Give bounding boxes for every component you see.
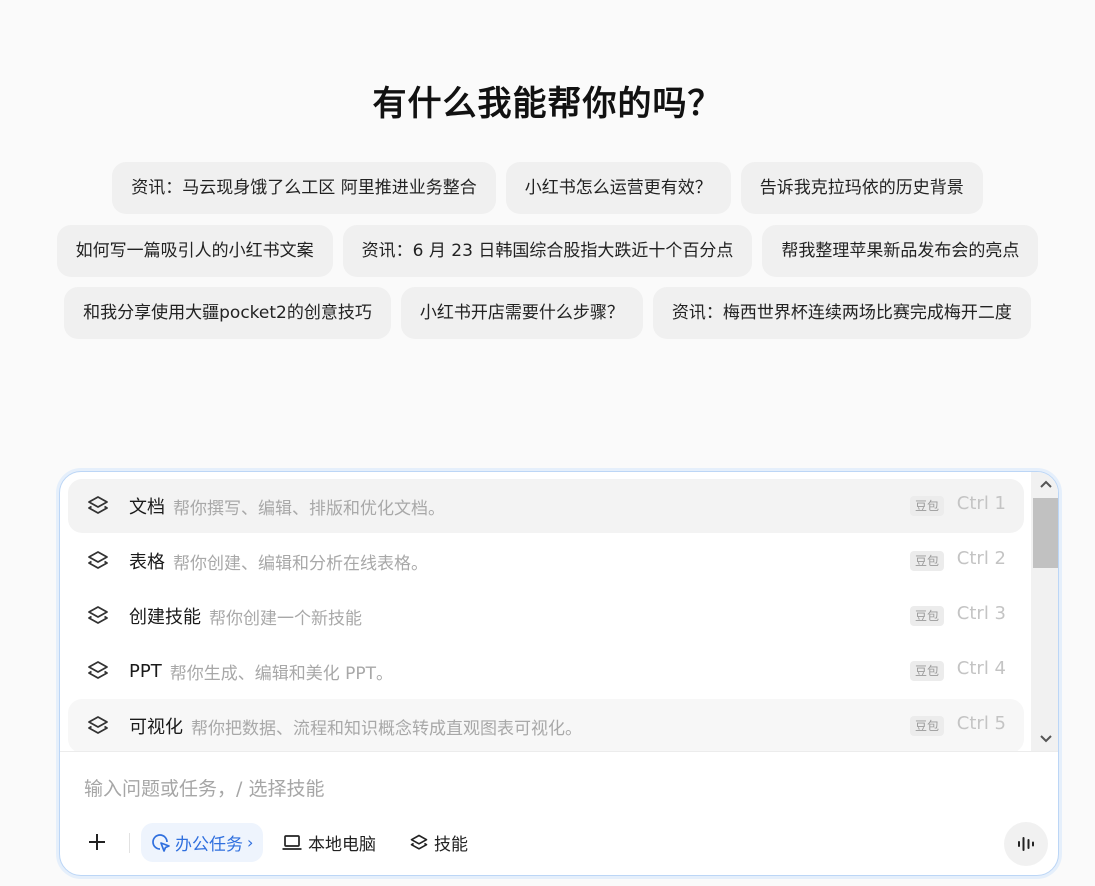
skill-name: 可视化 xyxy=(129,717,183,738)
suggestion-chip[interactable]: 小红书怎么运营更有效？ xyxy=(505,162,731,214)
skill-shortcut: Ctrl 5 xyxy=(956,713,1006,734)
skill-item-visualize[interactable]: 可视化 帮你把数据、流程和知识概念转成直观图表可视化。 豆包 Ctrl 5 xyxy=(68,699,1024,751)
layers-icon xyxy=(86,714,110,738)
skill-name: PPT xyxy=(129,660,162,682)
skill-badge: 豆包 xyxy=(909,661,944,681)
voice-wave-icon xyxy=(1018,837,1034,851)
toolbar-fade xyxy=(468,822,638,866)
suggestion-row-2: 如何写一篇吸引人的小红书文案 资讯：6 月 23 日韩国综合股指大跌近十个百分点… xyxy=(0,225,1095,277)
local-computer-label: 本地电脑 xyxy=(308,835,376,855)
layers-icon xyxy=(86,549,110,573)
suggestion-chip[interactable]: 告诉我克拉玛依的历史背景 xyxy=(740,162,983,214)
skill-badge: 豆包 xyxy=(909,551,944,571)
plus-icon xyxy=(89,834,105,850)
skill-badge: 豆包 xyxy=(909,606,944,626)
office-task-label: 办公任务 xyxy=(175,835,243,855)
toolbar-divider xyxy=(129,833,130,853)
skill-name: 表格 xyxy=(129,552,165,573)
plus-button[interactable] xyxy=(82,827,112,857)
cursor-click-icon xyxy=(152,833,170,852)
suggestion-row-1: 资讯：马云现身饿了么工区 阿里推进业务整合 小红书怎么运营更有效？ 告诉我克拉玛… xyxy=(0,162,1095,214)
layers-icon xyxy=(86,659,110,683)
skill-item-create-skill[interactable]: 创建技能 帮你创建一个新技能 豆包 Ctrl 3 xyxy=(68,589,1024,643)
page-title: 有什么我能帮你的吗？ xyxy=(372,84,723,124)
skill-shortcut: Ctrl 3 xyxy=(956,603,1006,624)
skill-desc: 帮你创建一个新技能 xyxy=(209,608,362,629)
skill-desc: 帮你生成、编辑和美化 PPT。 xyxy=(169,663,394,684)
skill-desc: 帮你把数据、流程和知识概念转成直观图表可视化。 xyxy=(191,718,582,739)
layers-icon xyxy=(86,494,110,518)
skill-item-ppt[interactable]: PPT 帮你生成、编辑和美化 PPT。 豆包 Ctrl 4 xyxy=(68,644,1024,698)
chevron-up-icon[interactable] xyxy=(1031,472,1058,496)
suggestion-chip[interactable]: 小红书开店需要什么步骤？ xyxy=(400,287,643,339)
suggestion-chip[interactable]: 资讯：马云现身饿了么工区 阿里推进业务整合 xyxy=(112,162,496,214)
suggestion-chip[interactable]: 资讯：6 月 23 日韩国综合股指大跌近十个百分点 xyxy=(342,225,753,277)
skill-name: 创建技能 xyxy=(129,607,201,628)
suggestion-chip[interactable]: 和我分享使用大疆pocket2的创意技巧 xyxy=(64,287,391,339)
skill-shortcut: Ctrl 4 xyxy=(956,658,1006,679)
voice-button[interactable] xyxy=(1004,822,1048,866)
skill-badge: 豆包 xyxy=(909,716,944,736)
suggestion-chip[interactable]: 帮我整理苹果新品发布会的亮点 xyxy=(762,225,1039,277)
office-task-button[interactable]: 办公任务 › xyxy=(141,823,264,862)
skill-button[interactable]: 技能 xyxy=(409,823,468,862)
skill-name: 文档 xyxy=(129,497,165,518)
skill-list: 文档 帮你撰写、编辑、排版和优化文档。 豆包 Ctrl 1 表格 帮你创建、编辑… xyxy=(60,472,1058,751)
local-computer-button[interactable]: 本地电脑 xyxy=(281,823,376,862)
chevron-right-icon: › xyxy=(247,833,254,852)
laptop-icon xyxy=(282,834,302,850)
prompt-input[interactable] xyxy=(84,772,984,806)
scrollbar-thumb[interactable] xyxy=(1033,498,1058,568)
composer-toolbar: 办公任务 › 本地电脑 技能 xyxy=(60,822,1058,866)
input-area: 办公任务 › 本地电脑 技能 xyxy=(60,751,1058,875)
skill-desc: 帮你撰写、编辑、排版和优化文档。 xyxy=(173,498,445,519)
page: 有什么我能帮你的吗？ 资讯：马云现身饿了么工区 阿里推进业务整合 小红书怎么运营… xyxy=(0,0,1095,886)
suggestion-chip[interactable]: 资讯：梅西世界杯连续两场比赛完成梅开二度 xyxy=(652,287,1031,339)
layers-icon xyxy=(86,604,110,628)
layers-icon xyxy=(410,834,428,850)
suggestion-row-3: 和我分享使用大疆pocket2的创意技巧 小红书开店需要什么步骤？ 资讯：梅西世… xyxy=(0,287,1095,339)
skill-shortcut: Ctrl 2 xyxy=(956,548,1006,569)
skill-shortcut: Ctrl 1 xyxy=(956,493,1006,514)
skill-desc: 帮你创建、编辑和分析在线表格。 xyxy=(173,553,428,574)
chevron-down-icon[interactable] xyxy=(1031,727,1058,751)
suggestion-chip[interactable]: 如何写一篇吸引人的小红书文案 xyxy=(56,225,333,277)
skill-item-doc[interactable]: 文档 帮你撰写、编辑、排版和优化文档。 豆包 Ctrl 1 xyxy=(68,479,1024,533)
composer: 文档 帮你撰写、编辑、排版和优化文档。 豆包 Ctrl 1 表格 帮你创建、编辑… xyxy=(59,471,1059,876)
skill-list-scrollbar[interactable] xyxy=(1031,472,1058,751)
skill-item-sheet[interactable]: 表格 帮你创建、编辑和分析在线表格。 豆包 Ctrl 2 xyxy=(68,534,1024,588)
skill-badge: 豆包 xyxy=(909,496,944,516)
skill-label: 技能 xyxy=(434,835,468,855)
